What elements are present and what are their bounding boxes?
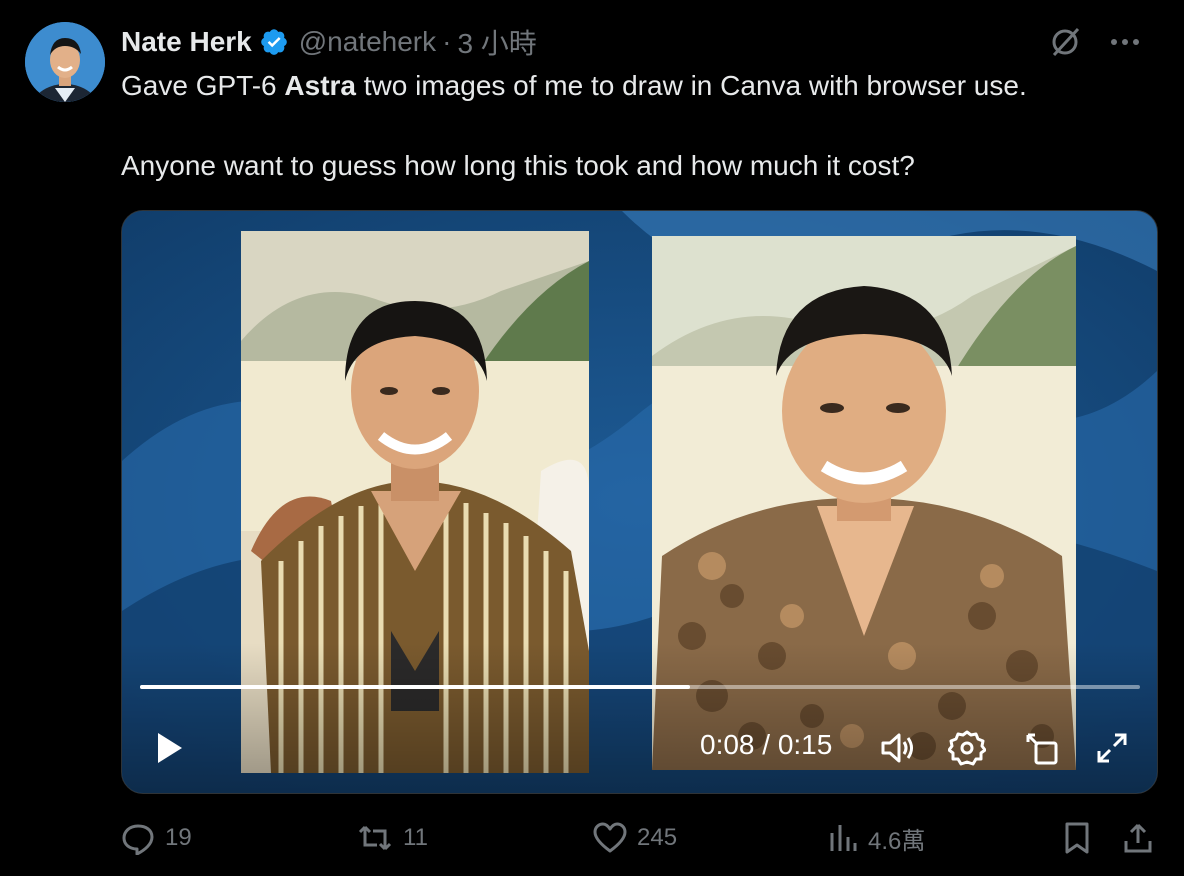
video-progress-bar[interactable] [140, 685, 1140, 689]
author-name[interactable]: Nate Herk [121, 26, 252, 58]
author-handle[interactable]: @nateherk [299, 26, 436, 58]
more-options-icon[interactable] [1110, 38, 1140, 46]
tweet-line-2: Anyone want to guess how long this took … [121, 150, 915, 181]
bookmark-button[interactable] [1063, 816, 1091, 860]
bold-model-name: Astra [284, 70, 356, 101]
pip-icon[interactable] [1022, 729, 1060, 767]
avatar-image [25, 22, 105, 102]
fullscreen-icon[interactable] [1093, 729, 1131, 767]
settings-icon[interactable] [948, 729, 986, 767]
repost-count: 11 [403, 824, 428, 851]
grok-icon[interactable] [1048, 25, 1082, 59]
tweet-line-1: Gave GPT-6 Astra two images of me to dra… [121, 70, 1027, 101]
video-controls-overlay [122, 643, 1157, 793]
header-separator: · [442, 26, 452, 57]
bookmark-icon [1063, 821, 1091, 855]
tweet-header: Nate Herk @nateherk · 3 小時 [121, 24, 1164, 60]
views-button[interactable]: 4.6萬 [828, 816, 925, 860]
heart-icon [593, 821, 627, 855]
like-button[interactable]: 245 [593, 816, 677, 860]
play-icon[interactable] [154, 731, 184, 765]
verified-badge-icon[interactable] [259, 27, 289, 57]
tweet-action-bar: 19 11 245 4.6萬 [121, 816, 1160, 860]
views-count: 4.6萬 [868, 827, 926, 855]
repost-button[interactable]: 11 [357, 816, 428, 860]
tweet-timestamp[interactable]: 3 小時 [457, 22, 536, 62]
repost-icon [357, 821, 393, 855]
analytics-icon [828, 821, 858, 855]
author-avatar[interactable] [25, 22, 105, 102]
like-count: 245 [637, 824, 678, 851]
header-actions [1048, 24, 1140, 60]
reply-button[interactable]: 19 [121, 816, 192, 860]
reply-icon [121, 821, 155, 855]
video-timecode: 0:08 / 0:15 [700, 729, 833, 760]
tweet-text: Gave GPT-6 Astra two images of me to dra… [121, 66, 1161, 186]
video-player[interactable]: 0:08 / 0:15 [121, 210, 1158, 794]
reply-count: 19 [165, 824, 192, 851]
share-icon [1123, 821, 1153, 855]
share-button[interactable] [1123, 816, 1153, 860]
video-progress-fill [140, 685, 690, 689]
volume-icon[interactable] [878, 729, 916, 767]
